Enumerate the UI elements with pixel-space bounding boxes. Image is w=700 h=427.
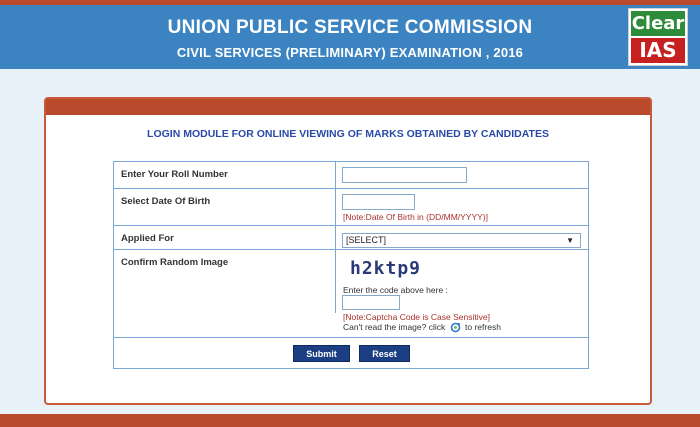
- captcha-row: Confirm Random Image h2ktp9 Enter the co…: [114, 250, 588, 338]
- captcha-input[interactable]: [342, 295, 400, 310]
- roll-number-row: Enter Your Roll Number: [114, 162, 588, 189]
- refresh-prefix: Can't read the image? click: [343, 322, 446, 332]
- logo-line-1: Clear: [631, 11, 685, 36]
- captcha-image: h2ktp9: [350, 258, 422, 279]
- refresh-icon[interactable]: [450, 322, 461, 333]
- applied-for-label: Applied For: [121, 233, 174, 244]
- login-form-table: Enter Your Roll Number Select Date Of Bi…: [113, 161, 589, 369]
- dob-note: [Note:Date Of Birth in (DD/MM/YYYY)]: [343, 212, 489, 222]
- bottom-stripe: [0, 414, 700, 427]
- submit-button[interactable]: Submit: [293, 345, 350, 362]
- dob-label: Select Date Of Birth: [121, 196, 211, 207]
- login-panel: LOGIN MODULE FOR ONLINE VIEWING OF MARKS…: [44, 97, 652, 405]
- panel-header-bar: [46, 99, 650, 115]
- captcha-note: [Note:Captcha Code is Case Sensitive]: [343, 312, 490, 322]
- header-subtitle: CIVIL SERVICES (PRELIMINARY) EXAMINATION…: [176, 45, 524, 60]
- roll-number-input[interactable]: [342, 167, 467, 183]
- refresh-suffix: to refresh: [465, 322, 501, 332]
- reset-button[interactable]: Reset: [359, 345, 410, 362]
- roll-number-label: Enter Your Roll Number: [121, 169, 228, 180]
- page-header: UNION PUBLIC SERVICE COMMISSION CIVIL SE…: [0, 5, 700, 69]
- captcha-label: Confirm Random Image: [121, 257, 229, 268]
- applied-for-row: Applied For [SELECT] ▼: [114, 226, 588, 250]
- refresh-hint: Can't read the image? click to refresh: [343, 322, 501, 333]
- applied-for-select[interactable]: [SELECT] ▼: [342, 233, 581, 248]
- chevron-down-icon: ▼: [566, 236, 574, 245]
- dob-input[interactable]: [342, 194, 415, 210]
- module-title: LOGIN MODULE FOR ONLINE VIEWING OF MARKS…: [147, 128, 549, 140]
- header-title: UNION PUBLIC SERVICE COMMISSION: [167, 17, 533, 38]
- dob-row: Select Date Of Birth [Note:Date Of Birth…: [114, 189, 588, 226]
- clear-ias-logo: Clear IAS: [628, 8, 688, 66]
- logo-line-2: IAS: [631, 38, 685, 63]
- captcha-prompt: Enter the code above here :: [343, 285, 448, 295]
- applied-for-selected-value: [SELECT]: [346, 235, 387, 245]
